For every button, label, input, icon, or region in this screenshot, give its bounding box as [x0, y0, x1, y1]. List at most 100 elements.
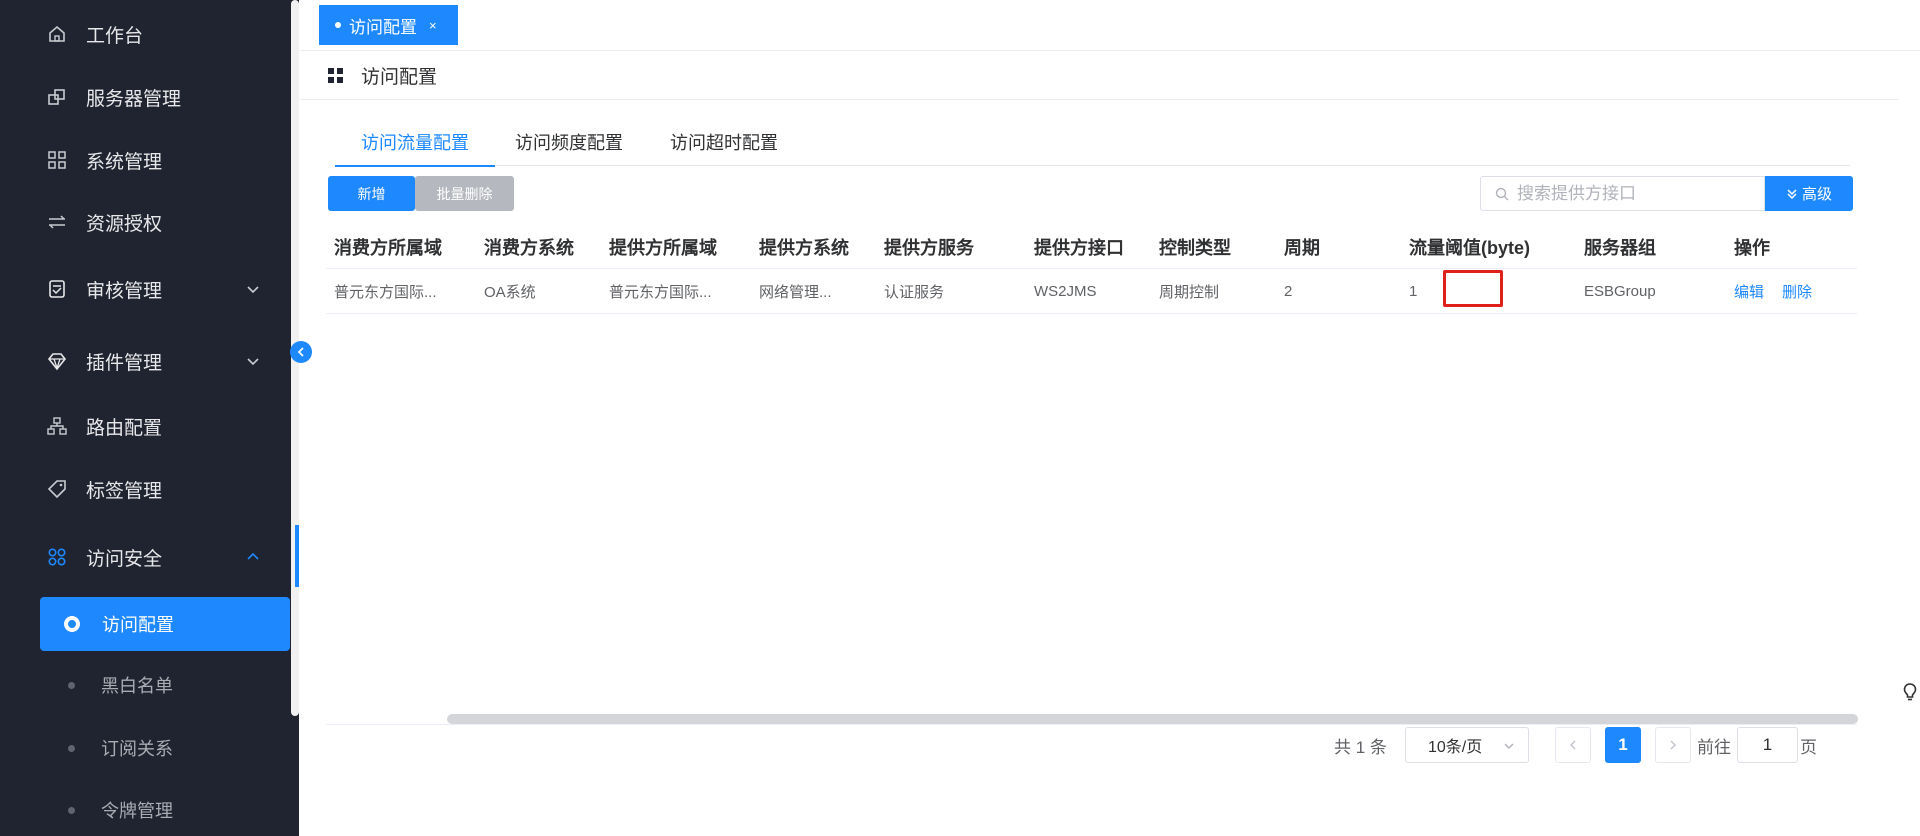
advanced-label: 高级	[1801, 186, 1832, 203]
chevron-down-icon	[243, 351, 263, 371]
page-suffix-label: 页	[1800, 737, 1817, 757]
batch-delete-button[interactable]: 批量删除	[415, 176, 514, 211]
column-header[interactable]: 消费方系统	[484, 224, 574, 269]
column-header[interactable]: 提供方服务	[884, 224, 974, 269]
cell-provider-domain: 普元东方国际...	[609, 284, 712, 301]
tab-timeout-config[interactable]: 访问超时配置	[670, 118, 778, 166]
sidebar-item-label: 标签管理	[86, 480, 163, 502]
sidebar-subitem-label: 黑白名单	[101, 676, 173, 696]
audit-icon	[46, 278, 68, 300]
edit-link[interactable]: 编辑	[1734, 269, 1764, 314]
sidebar-item-label: 系统管理	[86, 151, 163, 173]
config-tabs: 访问流量配置 访问频度配置 访问超时配置	[335, 118, 1850, 167]
prev-page-button[interactable]	[1555, 727, 1591, 763]
sidebar-item-resource-auth[interactable]: 资源授权	[0, 198, 299, 246]
traffic-config-table: 消费方所属域 消费方系统 提供方所属域 提供方系统 提供方服务 提供方接口 控制…	[326, 224, 1857, 314]
dot-icon	[335, 22, 341, 28]
sidebar-subitem-black-white-list[interactable]: 黑白名单	[0, 659, 299, 711]
add-button[interactable]: 新增	[328, 176, 415, 211]
cell-consumer-system: OA系统	[484, 284, 536, 301]
sidebar-item-route[interactable]: 路由配置	[0, 402, 299, 450]
sidebar-item-audit[interactable]: 审核管理	[0, 265, 299, 313]
sidebar-item-label: 服务器管理	[86, 88, 182, 110]
table-row: 普元东方国际... OA系统 普元东方国际... 网络管理... 认证服务 WS…	[326, 269, 1857, 314]
dot-icon	[68, 744, 75, 752]
sidebar-subitem-label: 令牌管理	[101, 801, 173, 821]
next-page-button[interactable]	[1655, 727, 1691, 763]
column-header[interactable]: 流量阈值(byte)	[1409, 224, 1530, 269]
apps-icon	[46, 546, 68, 568]
page-tab-access-config[interactable]: 访问配置 ×	[319, 5, 458, 45]
sidebar-item-label: 审核管理	[86, 280, 163, 302]
collapse-sidebar-button[interactable]	[290, 341, 312, 363]
apps-grid-icon	[328, 68, 343, 83]
column-header: 操作	[1734, 237, 1770, 258]
sidebar-item-tag[interactable]: 标签管理	[0, 465, 299, 513]
cell-provider-system: 网络管理...	[759, 284, 832, 301]
tab-traffic-config[interactable]: 访问流量配置	[335, 118, 495, 167]
sidebar: 工作台 服务器管理 系统管理 资源授权 审核管理 插件管理 路由配置 标签管理 …	[0, 0, 299, 836]
column-header[interactable]: 周期	[1284, 224, 1320, 269]
search-input[interactable]	[1517, 183, 1757, 204]
page-number-button[interactable]: 1	[1605, 727, 1641, 763]
sidebar-subitem-access-config[interactable]: 访问配置	[40, 597, 290, 651]
sidebar-item-workbench[interactable]: 工作台	[0, 10, 299, 58]
server-icon	[46, 86, 68, 108]
sidebar-subitem-label: 访问配置	[102, 615, 174, 635]
sidebar-item-label: 访问安全	[86, 548, 163, 570]
chevron-up-icon	[243, 547, 263, 567]
sidebar-item-system[interactable]: 系统管理	[0, 136, 299, 184]
sidebar-item-label: 工作台	[86, 25, 144, 47]
active-ring-icon	[64, 616, 80, 632]
column-header[interactable]: 提供方接口	[1034, 224, 1124, 269]
column-header[interactable]: 服务器组	[1584, 224, 1656, 269]
delete-link[interactable]: 删除	[1782, 269, 1812, 314]
dot-icon	[68, 681, 75, 689]
diamond-icon	[46, 350, 68, 372]
sidebar-item-label: 资源授权	[86, 213, 163, 235]
tag-icon	[46, 478, 68, 500]
page-title: 访问配置	[361, 67, 438, 88]
table-horizontal-scrollbar[interactable]	[447, 714, 1858, 724]
sidebar-subitem-label: 订阅关系	[101, 739, 173, 759]
column-header[interactable]: 控制类型	[1159, 224, 1231, 269]
active-accent-bar	[295, 525, 299, 587]
cell-control-type: 周期控制	[1159, 284, 1220, 301]
lightbulb-icon[interactable]	[1902, 682, 1918, 702]
table-header: 消费方所属域 消费方系统 提供方所属域 提供方系统 提供方服务 提供方接口 控制…	[326, 224, 1857, 269]
search-box	[1480, 176, 1765, 211]
close-icon[interactable]: ×	[429, 18, 437, 33]
pagination-total: 共 1 条	[1334, 737, 1387, 757]
cell-consumer-domain: 普元东方国际...	[334, 284, 437, 301]
cell-provider-interface: WS2JMS	[1034, 283, 1097, 300]
sidebar-subitem-token[interactable]: 令牌管理	[0, 784, 299, 836]
sidebar-subitem-subscription[interactable]: 订阅关系	[0, 722, 299, 774]
cell-threshold: 1	[1409, 283, 1418, 300]
column-header[interactable]: 提供方所属域	[609, 224, 717, 269]
sidebar-item-access-security[interactable]: 访问安全	[0, 533, 299, 581]
route-icon	[46, 415, 68, 437]
double-chevron-down-icon	[1787, 188, 1797, 199]
sidebar-item-label: 插件管理	[86, 352, 163, 374]
chevron-left-icon	[297, 347, 304, 357]
grid-icon	[46, 149, 68, 171]
chevron-down-icon	[1502, 739, 1516, 758]
cell-provider-service: 认证服务	[884, 284, 945, 301]
home-icon	[46, 23, 68, 45]
column-header[interactable]: 提供方系统	[759, 224, 849, 269]
column-header[interactable]: 消费方所属域	[334, 224, 442, 269]
table-bottom-divider	[326, 724, 1857, 725]
cell-period: 2	[1284, 283, 1293, 300]
chevron-down-icon	[243, 279, 263, 299]
search-icon	[1495, 187, 1509, 200]
page-size-value: 10条/页	[1428, 739, 1483, 756]
page-header: 访问配置	[300, 52, 1898, 100]
sidebar-item-plugin[interactable]: 插件管理	[0, 337, 299, 385]
swap-icon	[46, 211, 68, 233]
goto-page-input[interactable]	[1737, 727, 1798, 763]
sidebar-item-server[interactable]: 服务器管理	[0, 73, 299, 121]
page-tabs-bar: 访问配置 ×	[300, 0, 1920, 51]
advanced-search-button[interactable]: 高级	[1765, 176, 1853, 211]
page-size-select[interactable]: 10条/页	[1405, 727, 1529, 763]
tab-frequency-config[interactable]: 访问频度配置	[515, 118, 623, 166]
